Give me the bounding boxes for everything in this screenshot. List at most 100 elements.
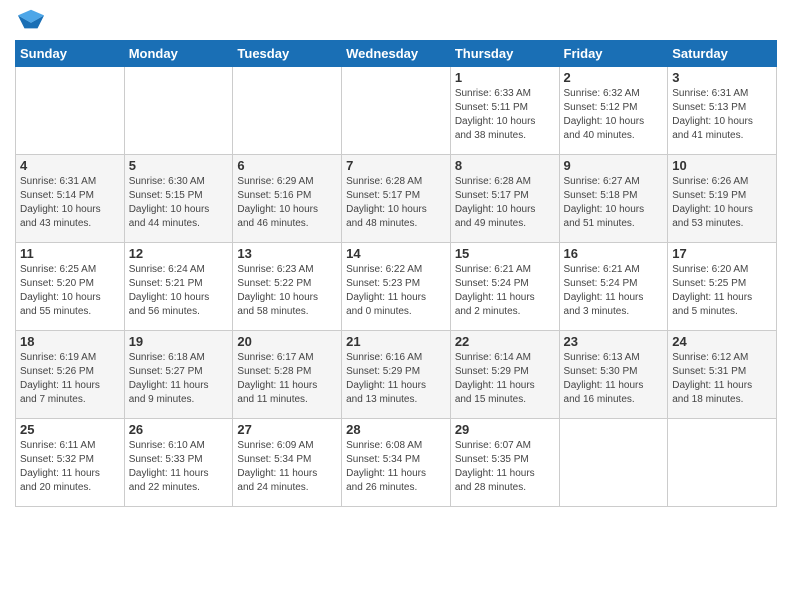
day-number: 8 bbox=[455, 158, 555, 173]
day-number: 11 bbox=[20, 246, 120, 261]
calendar-week-row: 18 Sunrise: 6:19 AM Sunset: 5:26 PM Dayli… bbox=[16, 331, 777, 419]
day-info: Sunrise: 6:19 AM Sunset: 5:26 PM Dayligh… bbox=[20, 351, 120, 407]
calendar-cell: 22Sunrise: 6:14 AM Sunset: 5:29 PM Dayli… bbox=[450, 331, 559, 419]
day-number: 25 bbox=[20, 422, 120, 437]
calendar-cell: 1 Sunrise: 6:33 AM Sunset: 5:11 PM Daylig… bbox=[450, 67, 559, 155]
day-info: Sunrise: 6:21 AM Sunset: 5:24 PM Dayligh… bbox=[455, 263, 555, 319]
day-info: Sunrise: 6:21 AM Sunset: 5:24 PM Dayligh… bbox=[564, 263, 664, 319]
day-number: 3 bbox=[672, 70, 772, 85]
day-info: Sunrise: 6:09 AM Sunset: 5:34 PM Dayligh… bbox=[237, 439, 337, 495]
day-info: Sunrise: 6:10 AM Sunset: 5:33 PM Dayligh… bbox=[129, 439, 229, 495]
calendar-week-row: 11 Sunrise: 6:25 AM Sunset: 5:20 PM Dayli… bbox=[16, 243, 777, 331]
calendar-table: SundayMondayTuesdayWednesdayThursdayFrid… bbox=[15, 40, 777, 507]
calendar-cell: 15 Sunrise: 6:21 AM Sunset: 5:24 PM Dayli… bbox=[450, 243, 559, 331]
day-number: 27 bbox=[237, 422, 337, 437]
day-number: 15 bbox=[455, 246, 555, 261]
day-info: Sunrise: 6:30 AM Sunset: 5:15 PM Dayligh… bbox=[129, 175, 229, 231]
day-info: Sunrise: 6:31 AM Sunset: 5:13 PM Dayligh… bbox=[672, 87, 772, 143]
calendar-week-row: 25 Sunrise: 6:11 AM Sunset: 5:32 PM Dayli… bbox=[16, 419, 777, 507]
calendar-cell: 18 Sunrise: 6:19 AM Sunset: 5:26 PM Dayli… bbox=[16, 331, 125, 419]
day-number: 18 bbox=[20, 334, 120, 349]
day-number: 13 bbox=[237, 246, 337, 261]
calendar-cell: 17 Sunrise: 6:20 AM Sunset: 5:25 PM Dayli… bbox=[668, 243, 777, 331]
day-number: 1 bbox=[455, 70, 555, 85]
day-info: Sunrise: 6:32 AM Sunset: 5:12 PM Dayligh… bbox=[564, 87, 664, 143]
day-info: Sunrise: 6:18 AM Sunset: 5:27 PM Dayligh… bbox=[129, 351, 229, 407]
weekday-header-tuesday: Tuesday bbox=[233, 41, 342, 67]
day-info: Sunrise: 6:24 AM Sunset: 5:21 PM Dayligh… bbox=[129, 263, 229, 319]
day-info: Sunrise: 6:27 AM Sunset: 5:18 PM Dayligh… bbox=[564, 175, 664, 231]
logo-icon bbox=[17, 6, 45, 34]
calendar-cell bbox=[559, 419, 668, 507]
calendar-cell bbox=[16, 67, 125, 155]
day-number: 10 bbox=[672, 158, 772, 173]
day-info: Sunrise: 6:26 AM Sunset: 5:19 PM Dayligh… bbox=[672, 175, 772, 231]
calendar-cell: 9 Sunrise: 6:27 AM Sunset: 5:18 PM Daylig… bbox=[559, 155, 668, 243]
calendar-cell bbox=[342, 67, 451, 155]
calendar-header-row: SundayMondayTuesdayWednesdayThursdayFrid… bbox=[16, 41, 777, 67]
day-info: Sunrise: 6:17 AM Sunset: 5:28 PM Dayligh… bbox=[237, 351, 337, 407]
calendar-cell: 4 Sunrise: 6:31 AM Sunset: 5:14 PM Daylig… bbox=[16, 155, 125, 243]
day-info: Sunrise: 6:12 AM Sunset: 5:31 PM Dayligh… bbox=[672, 351, 772, 407]
calendar-cell: 28 Sunrise: 6:08 AM Sunset: 5:34 PM Dayli… bbox=[342, 419, 451, 507]
day-info: Sunrise: 6:08 AM Sunset: 5:34 PM Dayligh… bbox=[346, 439, 446, 495]
day-info: Sunrise: 6:28 AM Sunset: 5:17 PM Dayligh… bbox=[455, 175, 555, 231]
day-number: 4 bbox=[20, 158, 120, 173]
day-number: 9 bbox=[564, 158, 664, 173]
day-number: 16 bbox=[564, 246, 664, 261]
day-number: 12 bbox=[129, 246, 229, 261]
day-info: Sunrise: 6:28 AM Sunset: 5:17 PM Dayligh… bbox=[346, 175, 446, 231]
day-info: Sunrise: 6:23 AM Sunset: 5:22 PM Dayligh… bbox=[237, 263, 337, 319]
day-info: Sunrise: 6:29 AM Sunset: 5:16 PM Dayligh… bbox=[237, 175, 337, 231]
day-number: 23 bbox=[564, 334, 664, 349]
weekday-header-wednesday: Wednesday bbox=[342, 41, 451, 67]
calendar-cell: 20 Sunrise: 6:17 AM Sunset: 5:28 PM Dayli… bbox=[233, 331, 342, 419]
calendar-cell bbox=[233, 67, 342, 155]
calendar-cell bbox=[668, 419, 777, 507]
day-number: 14 bbox=[346, 246, 446, 261]
calendar-cell: 3 Sunrise: 6:31 AM Sunset: 5:13 PM Daylig… bbox=[668, 67, 777, 155]
calendar-cell: 21Sunrise: 6:16 AM Sunset: 5:29 PM Dayli… bbox=[342, 331, 451, 419]
day-info: Sunrise: 6:11 AM Sunset: 5:32 PM Dayligh… bbox=[20, 439, 120, 495]
day-info: Sunrise: 6:33 AM Sunset: 5:11 PM Dayligh… bbox=[455, 87, 555, 143]
day-info: Sunrise: 6:31 AM Sunset: 5:14 PM Dayligh… bbox=[20, 175, 120, 231]
calendar-cell: 19 Sunrise: 6:18 AM Sunset: 5:27 PM Dayli… bbox=[124, 331, 233, 419]
calendar-cell: 5 Sunrise: 6:30 AM Sunset: 5:15 PM Daylig… bbox=[124, 155, 233, 243]
weekday-header-thursday: Thursday bbox=[450, 41, 559, 67]
calendar-cell: 2 Sunrise: 6:32 AM Sunset: 5:12 PM Daylig… bbox=[559, 67, 668, 155]
page-header bbox=[15, 10, 777, 34]
weekday-header-sunday: Sunday bbox=[16, 41, 125, 67]
day-number: 24 bbox=[672, 334, 772, 349]
day-number: 29 bbox=[455, 422, 555, 437]
day-number: 28 bbox=[346, 422, 446, 437]
day-number: 22 bbox=[455, 334, 555, 349]
logo bbox=[15, 10, 45, 34]
day-number: 5 bbox=[129, 158, 229, 173]
day-info: Sunrise: 6:07 AM Sunset: 5:35 PM Dayligh… bbox=[455, 439, 555, 495]
calendar-cell: 25 Sunrise: 6:11 AM Sunset: 5:32 PM Dayli… bbox=[16, 419, 125, 507]
calendar-cell: 13 Sunrise: 6:23 AM Sunset: 5:22 PM Dayli… bbox=[233, 243, 342, 331]
weekday-header-friday: Friday bbox=[559, 41, 668, 67]
weekday-header-saturday: Saturday bbox=[668, 41, 777, 67]
day-number: 20 bbox=[237, 334, 337, 349]
calendar-cell: 14 Sunrise: 6:22 AM Sunset: 5:23 PM Dayli… bbox=[342, 243, 451, 331]
calendar-cell: 23Sunrise: 6:13 AM Sunset: 5:30 PM Dayli… bbox=[559, 331, 668, 419]
calendar-cell: 6 Sunrise: 6:29 AM Sunset: 5:16 PM Daylig… bbox=[233, 155, 342, 243]
calendar-cell bbox=[124, 67, 233, 155]
day-info: Sunrise: 6:25 AM Sunset: 5:20 PM Dayligh… bbox=[20, 263, 120, 319]
calendar-cell: 27 Sunrise: 6:09 AM Sunset: 5:34 PM Dayli… bbox=[233, 419, 342, 507]
calendar-week-row: 1 Sunrise: 6:33 AM Sunset: 5:11 PM Daylig… bbox=[16, 67, 777, 155]
calendar-cell: 24 Sunrise: 6:12 AM Sunset: 5:31 PM Dayli… bbox=[668, 331, 777, 419]
calendar-week-row: 4 Sunrise: 6:31 AM Sunset: 5:14 PM Daylig… bbox=[16, 155, 777, 243]
calendar-cell: 29 Sunrise: 6:07 AM Sunset: 5:35 PM Dayli… bbox=[450, 419, 559, 507]
day-number: 21 bbox=[346, 334, 446, 349]
day-number: 26 bbox=[129, 422, 229, 437]
calendar-cell: 12 Sunrise: 6:24 AM Sunset: 5:21 PM Dayli… bbox=[124, 243, 233, 331]
day-number: 6 bbox=[237, 158, 337, 173]
calendar-cell: 10 Sunrise: 6:26 AM Sunset: 5:19 PM Dayli… bbox=[668, 155, 777, 243]
day-number: 19 bbox=[129, 334, 229, 349]
day-number: 17 bbox=[672, 246, 772, 261]
day-number: 2 bbox=[564, 70, 664, 85]
day-info: Sunrise: 6:22 AM Sunset: 5:23 PM Dayligh… bbox=[346, 263, 446, 319]
day-info: Sunrise: 6:20 AM Sunset: 5:25 PM Dayligh… bbox=[672, 263, 772, 319]
